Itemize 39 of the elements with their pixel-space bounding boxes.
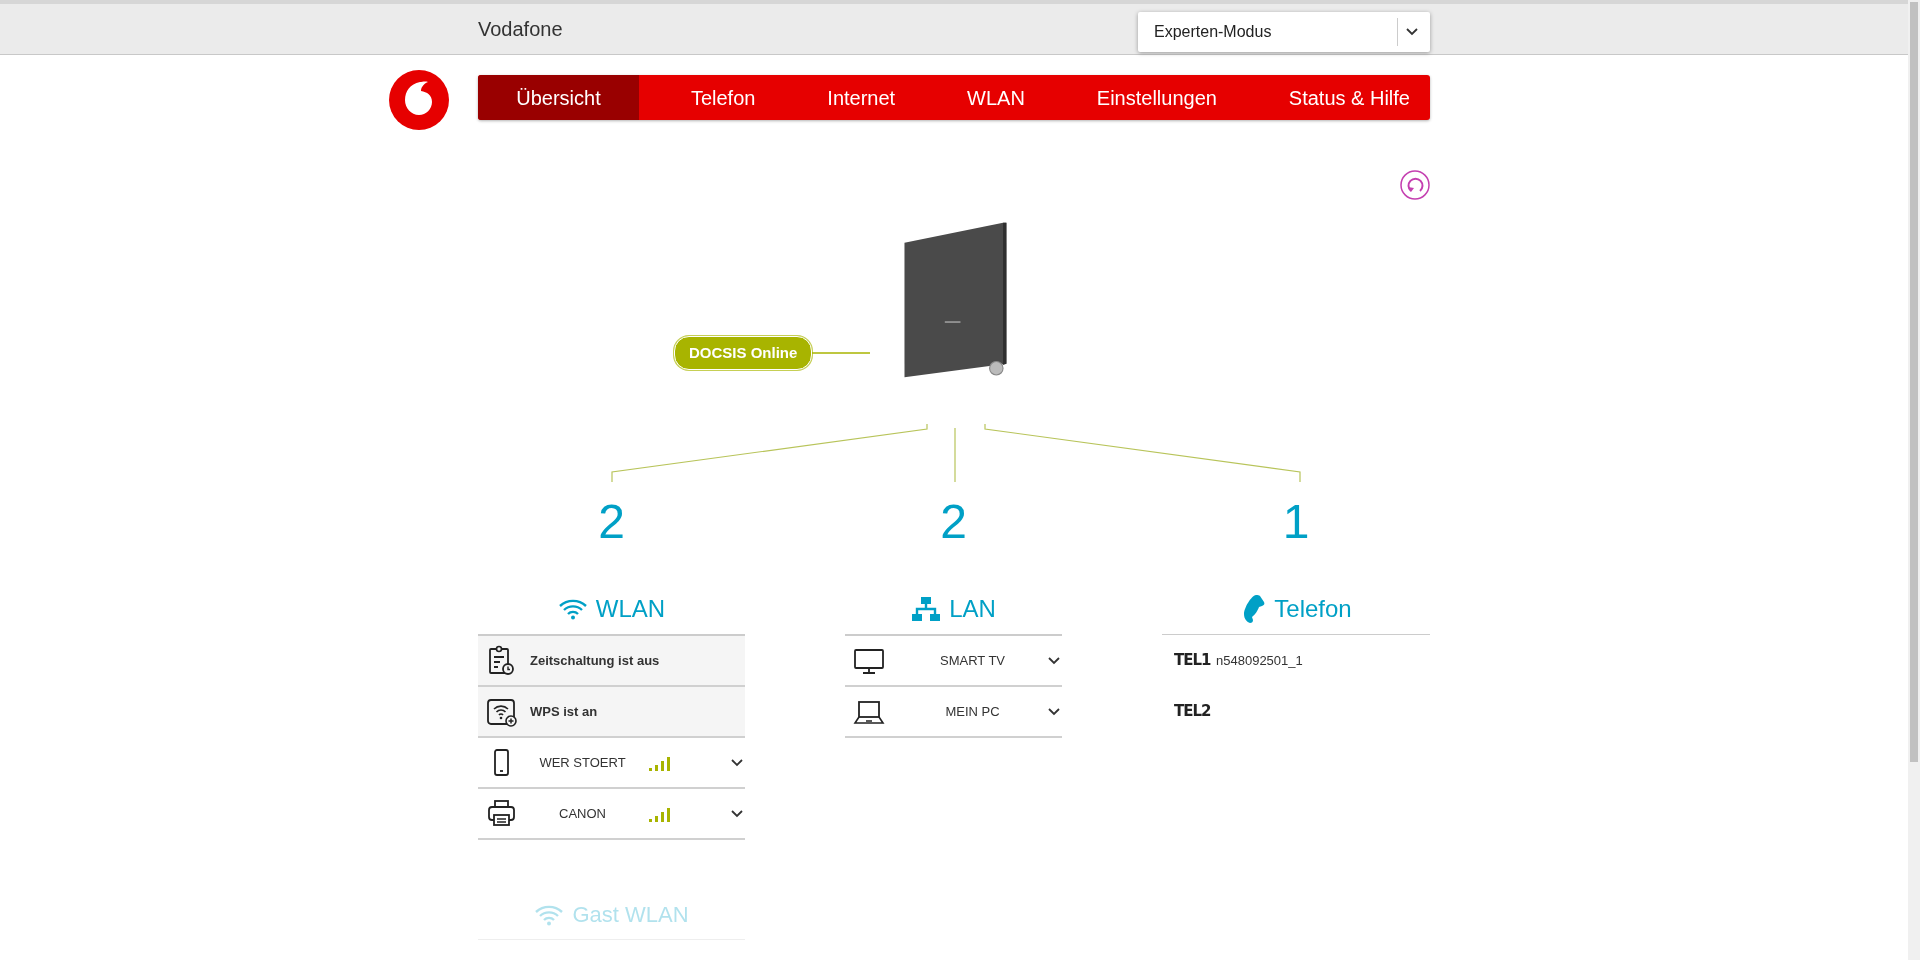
wifi-icon	[534, 903, 565, 926]
nav-tab[interactable]: Einstellungen	[1076, 75, 1237, 120]
reload-icon[interactable]	[1400, 170, 1430, 200]
wifi-icon	[557, 598, 588, 620]
nav-tab[interactable]: Übersicht	[478, 75, 639, 120]
device-count: 2	[939, 498, 968, 546]
nav-tab[interactable]: Status & Hilfe	[1268, 75, 1430, 120]
feature-status-row[interactable]: Zeitschaltung ist aus	[478, 636, 745, 687]
device-row[interactable]: CANON	[478, 789, 745, 840]
feature-status-row[interactable]: WPS ist an	[478, 687, 745, 738]
device-row[interactable]: WER STOERT	[478, 738, 745, 789]
nav-tab[interactable]: WLAN	[947, 75, 1045, 120]
nav-tab[interactable]: Internet	[807, 75, 916, 120]
section-title: LAN	[949, 594, 996, 624]
signal-strength-icon	[649, 805, 671, 822]
nav-tab[interactable]: Telefon	[670, 75, 776, 120]
chevron-down-icon	[1406, 28, 1418, 36]
device-row[interactable]: SMART TV	[845, 636, 1062, 687]
mode-dropdown[interactable]: Experten-Modus	[1138, 12, 1430, 52]
leader-line	[812, 351, 871, 354]
status-badge: DOCSIS Online	[674, 335, 813, 370]
network-icon	[911, 596, 942, 622]
chevron-down-icon	[731, 809, 743, 818]
chevron-down-icon	[731, 758, 743, 767]
phone-line-label: TEL1	[1174, 650, 1212, 672]
logo-icon[interactable]	[389, 70, 449, 130]
chevron-down-icon	[1048, 656, 1060, 665]
device-count: 2	[597, 498, 626, 546]
site-title: Vodafone	[478, 17, 563, 42]
phone-line-label: TEL2	[1174, 701, 1212, 723]
chevron-down-icon	[1048, 707, 1060, 716]
phone-number: n548092501_1	[1216, 651, 1303, 670]
section-title: Telefon	[1274, 594, 1352, 624]
device-count: 1	[1281, 498, 1311, 546]
connector-line	[954, 427, 956, 482]
scrollbar-thumb[interactable]	[1910, 2, 1918, 762]
device-row[interactable]: MEIN PC	[845, 687, 1062, 738]
signal-strength-icon	[649, 754, 671, 771]
section-title: WLAN	[595, 594, 666, 624]
